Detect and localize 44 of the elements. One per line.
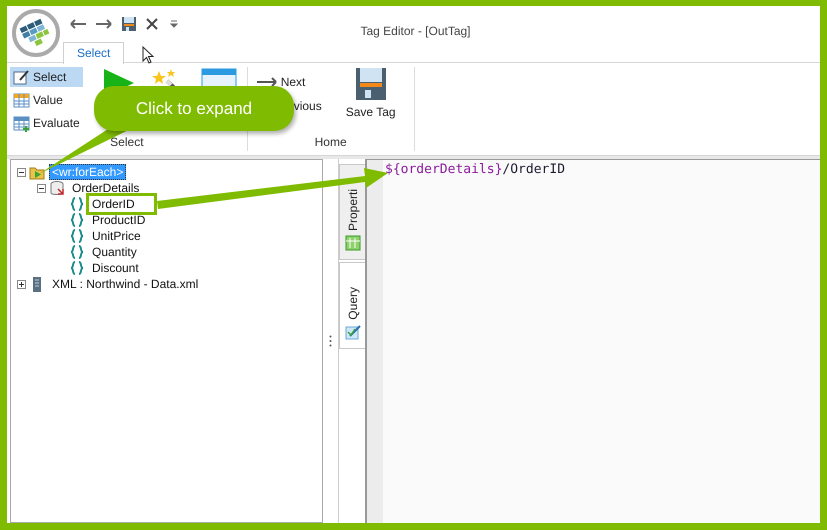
- tree-item[interactable]: Quantity: [89, 244, 140, 260]
- table-icon: [13, 92, 30, 108]
- grid-icon: [344, 235, 360, 252]
- save-icon[interactable]: [121, 16, 137, 32]
- braces-icon: [69, 196, 85, 212]
- back-arrow-icon[interactable]: [69, 18, 87, 30]
- edit-icon: [344, 324, 360, 340]
- edit-icon: [13, 68, 30, 86]
- tree-item[interactable]: Discount: [89, 260, 142, 276]
- tree-item[interactable]: UnitPrice: [89, 228, 144, 244]
- expand-icon[interactable]: [17, 280, 26, 288]
- right-arrow-icon: [256, 77, 278, 87]
- ribbon-button[interactable]: Evaluate: [10, 113, 83, 133]
- collapse-icon[interactable]: [37, 184, 46, 192]
- ribbon-button[interactable]: Value: [10, 90, 83, 110]
- database-icon: [49, 180, 65, 196]
- mouse-cursor-icon: [142, 46, 154, 64]
- group-label: Select: [109, 135, 145, 151]
- group-label: Home: [314, 135, 348, 151]
- query-editor[interactable]: ${orderDetails}/OrderID: [365, 159, 820, 523]
- ribbon-button[interactable]: Next: [256, 75, 306, 89]
- ribbon-tab[interactable]: Select: [63, 42, 124, 64]
- tree-item[interactable]: ProductID: [89, 212, 148, 228]
- close-icon[interactable]: [145, 17, 159, 31]
- collapse-icon[interactable]: [17, 168, 26, 176]
- braces-icon: [69, 244, 85, 260]
- side-tab[interactable]: Properti: [339, 164, 365, 260]
- braces-icon: [69, 260, 85, 276]
- forward-arrow-icon[interactable]: [95, 18, 113, 30]
- code-line: ${orderDetails}/OrderID: [384, 161, 566, 179]
- tree-item[interactable]: OrderID: [89, 196, 154, 212]
- tree-item[interactable]: XML : Northwind - Data.xml: [49, 276, 202, 292]
- window-title: Tag Editor - [OutTag]: [359, 24, 472, 38]
- ribbon-button[interactable]: Select: [10, 67, 83, 87]
- dropdown-icon[interactable]: [167, 19, 181, 29]
- braces-icon: [69, 228, 85, 244]
- tree-item[interactable]: OrderDetails: [69, 180, 142, 196]
- braces-icon: [69, 212, 85, 228]
- side-tab[interactable]: Query: [339, 262, 365, 349]
- table-icon: [13, 114, 30, 132]
- grip-icon[interactable]: [329, 335, 332, 347]
- save-tag-button[interactable]: Save Tag: [346, 67, 404, 119]
- logo-icon: [11, 8, 61, 58]
- callout-tooltip: Click to expand: [94, 86, 294, 131]
